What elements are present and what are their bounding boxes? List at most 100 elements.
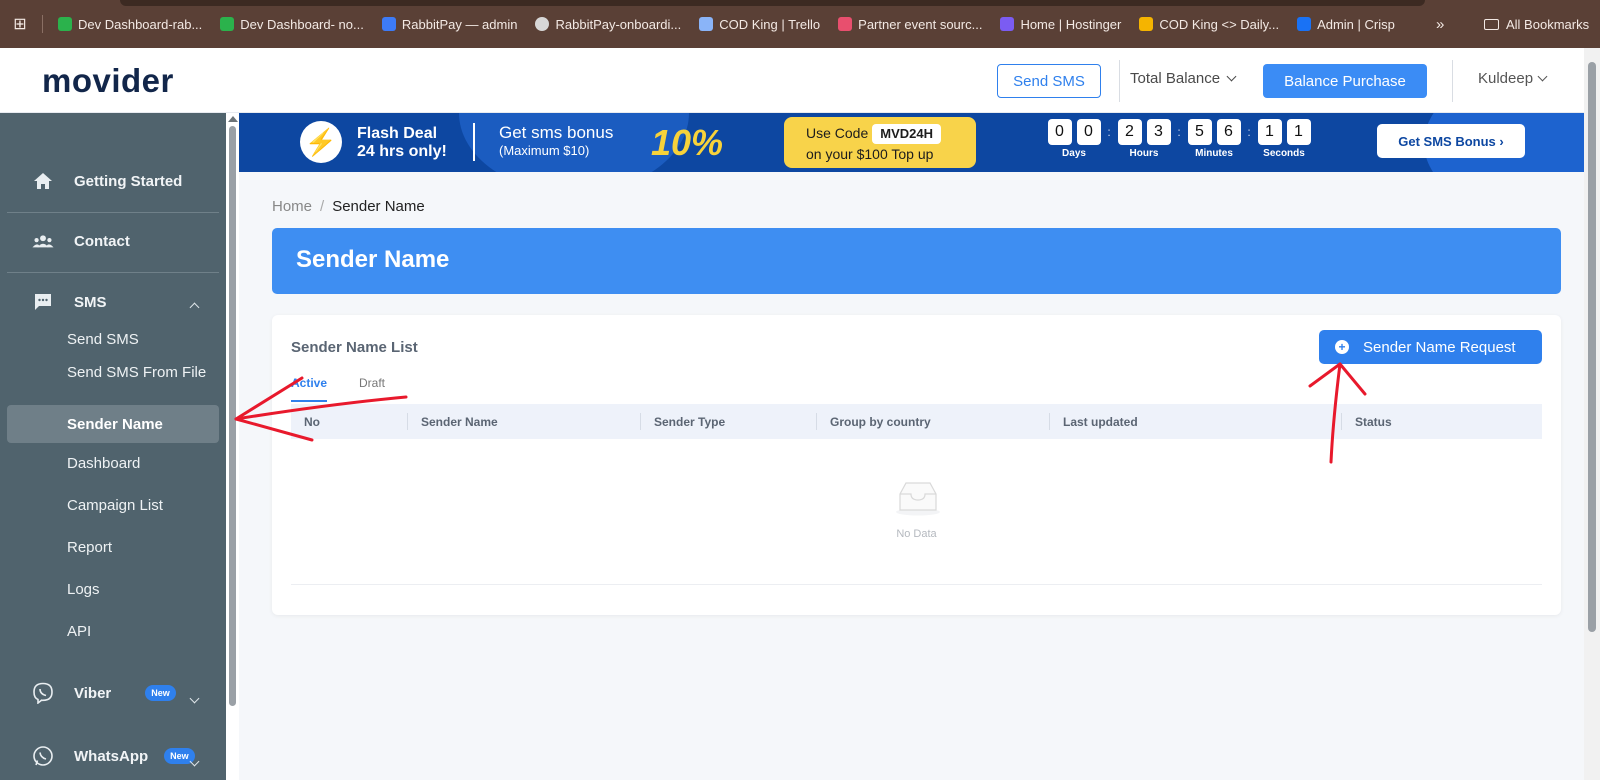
tab-strip-edge: [120, 0, 1425, 6]
dollar-icon: [220, 17, 235, 31]
trello-icon: [699, 17, 714, 31]
get-sms-bonus-button[interactable]: Get SMS Bonus ›: [1377, 124, 1525, 158]
whatsapp-icon: [32, 745, 54, 767]
coupon-code: Use Code MVD24H on your $100 Top up: [784, 117, 976, 168]
chevron-down-icon: [1537, 71, 1548, 82]
bookmark-hostinger[interactable]: Home | Hostinger: [991, 17, 1130, 32]
viber-icon: [32, 682, 54, 704]
banner-divider: [473, 123, 475, 161]
app-header: movider Send SMS Total Balance Balance P…: [0, 48, 1600, 113]
countdown-minutes: 56 Minutes: [1184, 119, 1244, 159]
total-balance-dropdown[interactable]: Total Balance: [1130, 70, 1237, 87]
bonus-subtitle: (Maximum $10): [499, 143, 590, 158]
bookmark-cod-king-trello[interactable]: COD King | Trello: [690, 17, 829, 32]
sender-name-request-button[interactable]: + Sender Name Request: [1319, 330, 1542, 364]
sidebar-scrollbar-thumb[interactable]: [229, 126, 236, 706]
bonus-title: Get sms bonus: [499, 123, 614, 142]
tab-draft[interactable]: Draft: [359, 376, 385, 390]
globe-icon: [535, 17, 550, 31]
column-divider: [407, 413, 408, 430]
plus-circle-icon: +: [1335, 340, 1349, 354]
table-header: No Sender Name Sender Type Group by coun…: [291, 404, 1542, 439]
bookmarks-divider: [42, 15, 43, 33]
column-last-updated: Last updated: [1063, 415, 1138, 429]
movider-logo[interactable]: movider: [42, 62, 174, 100]
header-divider: [1452, 60, 1453, 102]
bonus-percent: 10%: [651, 122, 724, 163]
sidebar-item-whatsapp[interactable]: WhatsApp New: [0, 727, 226, 780]
sidebar-item-viber[interactable]: Viber New: [0, 664, 226, 722]
bookmark-dev-dashboard-no[interactable]: Dev Dashboard- no...: [211, 17, 373, 32]
sidebar-item-report[interactable]: Report: [67, 539, 112, 556]
column-group-by-country: Group by country: [830, 415, 931, 429]
users-icon: [32, 230, 54, 252]
sidebar-item-campaign-list[interactable]: Campaign List: [67, 497, 163, 514]
home-icon: [32, 170, 54, 192]
bookmark-cod-king-daily[interactable]: COD King <> Daily...: [1130, 17, 1288, 32]
sidebar-item-send-sms[interactable]: Send SMS: [67, 331, 139, 348]
video-icon: [1139, 17, 1154, 31]
breadcrumb-home[interactable]: Home: [272, 198, 312, 215]
flash-deal-banner: ⚡ Flash Deal 24 hrs only! Get sms bonus …: [239, 113, 1584, 172]
sidebar-item-getting-started[interactable]: Getting Started: [0, 152, 226, 210]
balance-purchase-button[interactable]: Balance Purchase: [1263, 64, 1427, 98]
header-send-sms-button[interactable]: Send SMS: [997, 64, 1101, 98]
countdown-separator: :: [1107, 125, 1111, 139]
sidebar-item-sender-name[interactable]: Sender Name: [7, 405, 219, 443]
bookmark-rabbitpay-admin[interactable]: RabbitPay — admin: [373, 17, 527, 32]
bookmark-admin-crisp[interactable]: Admin | Crisp: [1288, 17, 1404, 32]
promo-code[interactable]: MVD24H: [872, 124, 942, 144]
message-icon: [32, 291, 54, 313]
bookmark-rabbitpay-onboarding[interactable]: RabbitPay-onboardi...: [526, 17, 690, 32]
folder-icon: [1484, 19, 1499, 30]
column-status: Status: [1355, 415, 1392, 429]
flash-deal-title: Flash Deal 24 hrs only!: [357, 125, 447, 160]
countdown-days: 00 Days: [1044, 119, 1104, 159]
sidebar-item-send-sms-from-file[interactable]: Send SMS From File: [67, 362, 207, 383]
column-no: No: [304, 415, 320, 429]
sidebar-item-api[interactable]: API: [67, 623, 91, 640]
column-divider: [1341, 413, 1342, 430]
countdown-separator: :: [1177, 125, 1181, 139]
all-bookmarks[interactable]: All Bookmarks: [1484, 17, 1589, 32]
countdown-timer: 00 Days : 23 Hours : 56 Minutes : 11 Sec…: [1044, 119, 1314, 159]
lightning-icon: ⚡: [300, 121, 342, 163]
column-sender-name: Sender Name: [421, 415, 498, 429]
table-bottom-border: [291, 584, 1542, 585]
chevron-down-icon: [1226, 71, 1237, 82]
bookmark-partner-event[interactable]: Partner event sourc...: [829, 17, 991, 32]
user-menu[interactable]: Kuldeep: [1478, 70, 1548, 87]
new-badge: New: [145, 685, 176, 701]
countdown-separator: :: [1247, 125, 1251, 139]
arrow-logo-icon: [381, 17, 396, 31]
sidebar: Getting Started Contact SMS Send SMS Sen…: [0, 113, 226, 780]
sender-name-card: Sender Name List + Sender Name Request A…: [272, 315, 1561, 615]
scroll-up-arrow-icon[interactable]: [228, 116, 238, 122]
column-sender-type: Sender Type: [654, 415, 726, 429]
sidebar-item-contact[interactable]: Contact: [0, 212, 226, 270]
column-divider: [640, 413, 641, 430]
chat-icon: [1297, 17, 1312, 31]
page-scrollbar-thumb[interactable]: [1588, 62, 1596, 632]
bookmark-dev-dashboard-rab[interactable]: Dev Dashboard-rab...: [49, 17, 211, 32]
sidebar-item-dashboard[interactable]: Dashboard: [67, 455, 140, 472]
page-title: Sender Name: [272, 228, 1561, 294]
tab-active[interactable]: Active: [291, 376, 327, 390]
empty-state-text: No Data: [896, 528, 937, 540]
hostinger-icon: [1000, 17, 1015, 31]
active-tab-indicator: [291, 400, 327, 402]
countdown-hours: 23 Hours: [1114, 119, 1174, 159]
header-divider: [1119, 60, 1120, 102]
sidebar-item-sms[interactable]: SMS: [0, 273, 226, 331]
empty-inbox-icon: [894, 480, 942, 516]
sidebar-item-logs[interactable]: Logs: [67, 581, 100, 598]
apps-grid-icon[interactable]: ⊞: [0, 14, 40, 34]
list-title: Sender Name List: [291, 339, 418, 356]
chevron-down-icon: [189, 689, 200, 706]
column-divider: [816, 413, 817, 430]
breadcrumb-current: Sender Name: [332, 198, 425, 215]
countdown-seconds: 11 Seconds: [1254, 119, 1314, 159]
chevron-down-icon: [189, 752, 200, 769]
chevron-up-icon: [189, 298, 200, 315]
more-bookmarks-icon[interactable]: »: [1436, 16, 1444, 33]
